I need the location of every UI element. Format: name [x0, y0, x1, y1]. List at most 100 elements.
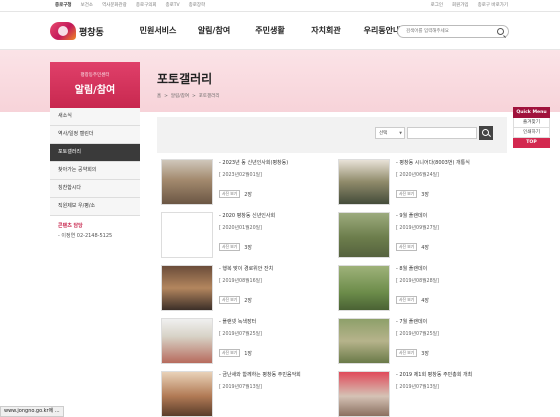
side-item-pledge-meeting[interactable]: 찾아가는 공약회의	[50, 162, 140, 180]
gallery-item[interactable]: - 2020 평창동 신년인사회 [ 2020년01월20일] 사진 보기 3장	[157, 212, 330, 258]
quick-menu: Quick Menu 즐겨찾기 인쇄하기 TOP	[513, 107, 550, 148]
site-logo[interactable]: 평창동	[50, 21, 110, 41]
main-navigation: 민원서비스 알림/참여 주민생활 자치회관 우리동안내	[130, 25, 410, 36]
search-input[interactable]	[406, 26, 494, 37]
photo-view-badge[interactable]: 사진 보기	[396, 243, 418, 251]
signup-link[interactable]: 회원가입	[452, 2, 469, 8]
nav-community-center[interactable]: 자치회관	[298, 25, 354, 36]
gallery-meta: 사진 보기 2장	[219, 296, 252, 304]
gallery-item[interactable]: - 7월 플랜데이 [ 2019년07월25일] 사진 보기 3장	[334, 318, 507, 364]
gallery-title[interactable]: - 평창동 시니어다(8003번) 개통식	[396, 159, 504, 166]
print-button[interactable]: 인쇄하기	[513, 128, 550, 138]
gallery-meta: 사진 보기 1장	[219, 349, 252, 357]
link-council[interactable]: 종로구의회	[136, 2, 157, 8]
gallery-thumbnail[interactable]	[161, 265, 213, 311]
photo-view-badge[interactable]: 사진 보기	[219, 243, 241, 251]
gallery-date: [ 2019년08월16일]	[219, 279, 262, 284]
side-item-photo-gallery[interactable]: 포토갤러리	[50, 144, 140, 162]
gallery-info: - 9월 플랜데이 [ 2019년09월27일] 사진 보기 4장	[396, 212, 504, 251]
gallery-item[interactable]: - 2019 제1회 평창동 주민총회 개최 [ 2019년07월13일]	[334, 371, 507, 417]
gallery-title[interactable]: - 8월 플랜데이	[396, 265, 504, 272]
side-item-staff-report[interactable]: 직원제보 우/평/소	[50, 198, 140, 216]
gallery-date: [ 2019년09월27일]	[396, 226, 439, 231]
photo-count: 4장	[421, 244, 429, 251]
nav-civil-service[interactable]: 민원서비스	[130, 25, 186, 36]
logo-text: 평창동	[79, 27, 104, 38]
gallery-info: - 2020 평창동 신년인사회 [ 2020년01월20일] 사진 보기 3장	[219, 212, 327, 251]
member-links: 로그인 회원가입 종로구 바로가기	[431, 2, 508, 8]
gallery-thumbnail[interactable]	[161, 212, 213, 258]
breadcrumb-separator: >	[192, 93, 196, 99]
side-item-news[interactable]: 새소식	[50, 108, 140, 126]
gallery-item[interactable]: - 9월 플랜데이 [ 2019년09월27일] 사진 보기 4장	[334, 212, 507, 258]
keyword-input[interactable]	[407, 127, 477, 139]
link-jongno-tv[interactable]: 종로TV	[166, 2, 180, 8]
side-item-calendar[interactable]: 역사/일정 캘린더	[50, 126, 140, 144]
breadcrumb: 홈 > 알림/참여 > 포토갤러리	[157, 93, 507, 100]
breadcrumb-home[interactable]: 홈	[157, 93, 161, 99]
gallery-meta: 사진 보기 3장	[396, 190, 429, 198]
gallery-item[interactable]: - 8월 플랜데이 [ 2019년08월28일] 사진 보기 4장	[334, 265, 507, 311]
search-button[interactable]	[479, 126, 493, 140]
gallery-info: - 행복 맞이 경로위안 잔치 [ 2019년08월16일] 사진 보기 2장	[219, 265, 327, 304]
gallery-item[interactable]: - 행복 맞이 경로위안 잔치 [ 2019년08월16일] 사진 보기 2장	[157, 265, 330, 311]
login-link[interactable]: 로그인	[431, 2, 443, 8]
jongno-shortcut-link[interactable]: 종로구 바로가기	[478, 2, 508, 8]
photo-count: 1장	[244, 350, 252, 357]
gallery-date: [ 2020년06월24일]	[396, 173, 439, 178]
side-menu-header: 평창동주민센터 알림/참여	[50, 62, 140, 108]
side-menu-list: 새소식 역사/일정 캘린더 포토갤러리 찾아가는 공약회의 칭찬합시다 직원제보…	[50, 108, 140, 216]
gallery-title[interactable]: - 7월 플랜데이	[396, 318, 504, 325]
link-health-center[interactable]: 보건소	[81, 2, 93, 8]
nav-notice-participation[interactable]: 알림/참여	[186, 25, 242, 36]
gallery-title[interactable]: - 2020 평창동 신년인사회	[219, 212, 327, 219]
photo-view-badge[interactable]: 사진 보기	[219, 190, 241, 198]
gallery-title[interactable]: - 2019 제1회 평창동 주민총회 개최	[396, 371, 504, 378]
photo-view-badge[interactable]: 사진 보기	[396, 349, 418, 357]
gallery-thumbnail[interactable]	[161, 159, 213, 205]
gallery-thumbnail[interactable]	[161, 371, 213, 417]
content-manager: 콘텐츠 담당 - 이정연 02-2148-5125	[50, 216, 140, 245]
gallery-thumbnail[interactable]	[338, 318, 390, 364]
content-manager-title: 콘텐츠 담당	[58, 223, 83, 229]
gallery-date: [ 2019년07월25일]	[219, 332, 262, 337]
link-jongno-gu[interactable]: 종로구청	[55, 2, 72, 8]
gallery-info: - 2023년 동 신년인사회(평창동) [ 2023년02월01일] 사진 보…	[219, 159, 327, 198]
gallery-info: - 금난새와 함께하는 평창동 주민음악회 [ 2019년07월13일]	[219, 371, 327, 390]
nav-resident-life[interactable]: 주민생활	[242, 25, 298, 36]
scroll-top-button[interactable]: TOP	[513, 138, 550, 148]
bookmark-button[interactable]: 즐겨찾기	[513, 118, 550, 128]
browser-status-url: www.jongno.go.kr에 ...	[0, 406, 64, 417]
gallery-date: [ 2023년02월01일]	[219, 173, 262, 178]
gallery-title[interactable]: - 9월 플랜데이	[396, 212, 504, 219]
photo-view-badge[interactable]: 사진 보기	[396, 190, 418, 198]
gallery-title[interactable]: - 행복 맞이 경로위안 잔치	[219, 265, 327, 272]
gallery-item[interactable]: - 플랜넷 녹색장터 [ 2019년07월25일] 사진 보기 1장	[157, 318, 330, 364]
link-scholarship[interactable]: 종로장학	[189, 2, 206, 8]
photo-count: 2장	[244, 191, 252, 198]
gallery-date: [ 2019년07월13일]	[219, 385, 262, 390]
gallery-thumbnail[interactable]	[338, 265, 390, 311]
gallery-thumbnail[interactable]	[338, 371, 390, 417]
photo-view-badge[interactable]: 사진 보기	[396, 296, 418, 304]
photo-view-badge[interactable]: 사진 보기	[219, 349, 241, 357]
search-icon[interactable]	[497, 28, 504, 35]
gallery-item[interactable]: - 금난새와 함께하는 평창동 주민음악회 [ 2019년07월13일]	[157, 371, 330, 417]
gallery-thumbnail[interactable]	[161, 318, 213, 364]
side-item-compliment[interactable]: 칭찬합시다	[50, 180, 140, 198]
gallery-date: [ 2019년08월28일]	[396, 279, 439, 284]
gallery-item[interactable]: - 평창동 시니어다(8003번) 개통식 [ 2020년06월24일] 사진 …	[334, 159, 507, 205]
gallery-thumbnail[interactable]	[338, 212, 390, 258]
gallery-item[interactable]: - 2023년 동 신년인사회(평창동) [ 2023년02월01일] 사진 보…	[157, 159, 330, 205]
gallery-thumbnail[interactable]	[338, 159, 390, 205]
gallery-title[interactable]: - 2023년 동 신년인사회(평창동)	[219, 159, 327, 166]
quick-menu-title: Quick Menu	[513, 107, 550, 118]
photo-gallery-list: - 2023년 동 신년인사회(평창동) [ 2023년02월01일] 사진 보…	[157, 159, 507, 417]
site-search	[397, 25, 509, 38]
gallery-title[interactable]: - 금난새와 함께하는 평창동 주민음악회	[219, 371, 327, 378]
link-history-tour[interactable]: 역사문화관광	[102, 2, 127, 8]
breadcrumb-section[interactable]: 알림/참여	[171, 93, 189, 99]
search-field-select[interactable]: 선택	[375, 127, 405, 139]
photo-view-badge[interactable]: 사진 보기	[219, 296, 241, 304]
gallery-title[interactable]: - 플랜넷 녹색장터	[219, 318, 327, 325]
